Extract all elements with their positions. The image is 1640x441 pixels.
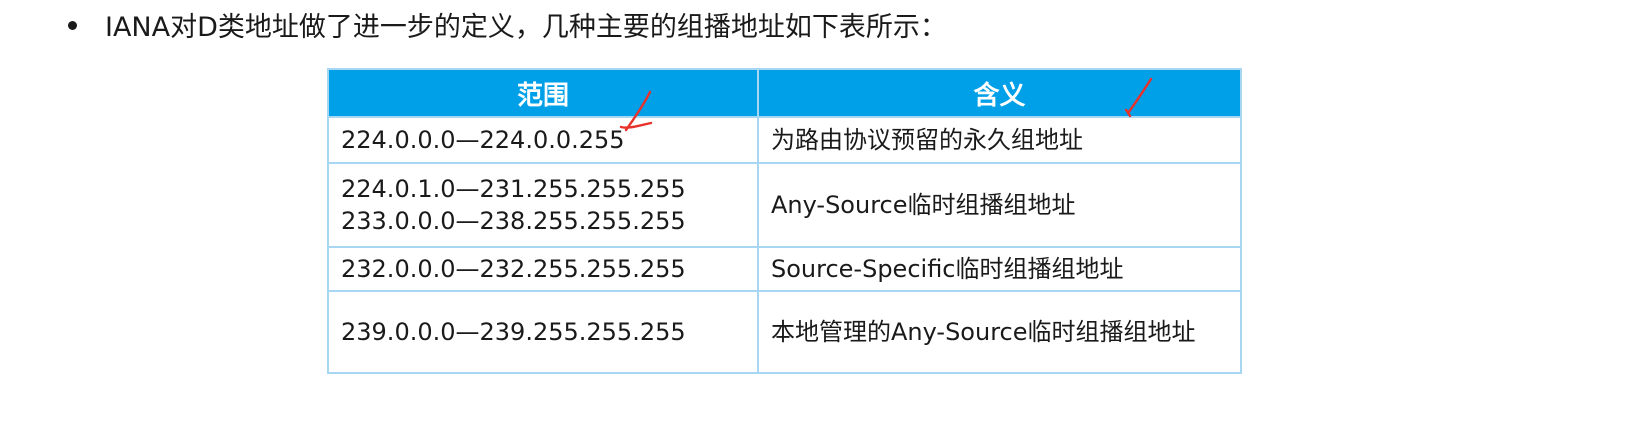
range-cell: 224.0.1.0—231.255.255.255 233.0.0.0—238.… xyxy=(327,162,759,248)
table-header-row: 范围 含义 xyxy=(327,68,1242,118)
header-range: 范围 xyxy=(327,68,759,118)
range-cell: 232.0.0.0—232.255.255.255 xyxy=(327,246,759,292)
meaning-cell: 为路由协议预留的永久组地址 xyxy=(757,116,1242,164)
range-line: 224.0.0.0—224.0.0.255 xyxy=(341,126,625,154)
meaning-cell: 本地管理的Any-Source临时组播组地址 xyxy=(757,290,1242,374)
table-row: 239.0.0.0—239.255.255.255 本地管理的Any-Sourc… xyxy=(327,290,1242,374)
table-row: 224.0.1.0—231.255.255.255 233.0.0.0—238.… xyxy=(327,162,1242,248)
multicast-address-table: 范围 含义 224.0.0.0—224.0.0.255 为路由协议预留的永久组地… xyxy=(327,68,1242,374)
range-line: 233.0.0.0—238.255.255.255 xyxy=(341,207,686,235)
range-cell: 239.0.0.0—239.255.255.255 xyxy=(327,290,759,374)
range-line: 232.0.0.0—232.255.255.255 xyxy=(341,255,686,283)
header-meaning: 含义 xyxy=(757,68,1242,118)
bullet-icon xyxy=(68,21,77,30)
range-line: 239.0.0.0—239.255.255.255 xyxy=(341,318,686,346)
meaning-cell: Any-Source临时组播组地址 xyxy=(757,162,1242,248)
intro-line: IANA对D类地址做了进一步的定义，几种主要的组播地址如下表所示： xyxy=(68,10,947,46)
table-row: 232.0.0.0—232.255.255.255 Source-Specifi… xyxy=(327,246,1242,292)
range-cell: 224.0.0.0—224.0.0.255 xyxy=(327,116,759,164)
table-row: 224.0.0.0—224.0.0.255 为路由协议预留的永久组地址 xyxy=(327,116,1242,164)
meaning-cell: Source-Specific临时组播组地址 xyxy=(757,246,1242,292)
intro-text: IANA对D类地址做了进一步的定义，几种主要的组播地址如下表所示： xyxy=(105,12,947,43)
range-line: 224.0.1.0—231.255.255.255 xyxy=(341,175,686,203)
